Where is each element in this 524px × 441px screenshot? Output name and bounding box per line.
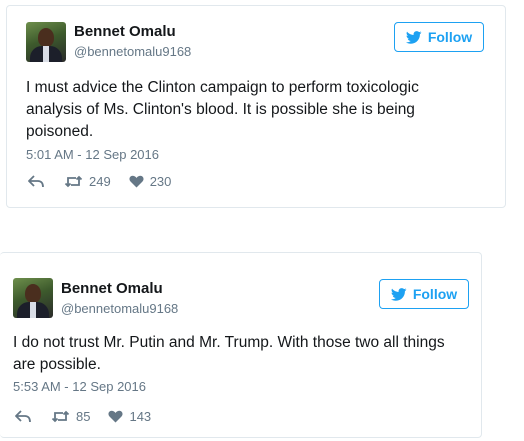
follow-label: Follow [427,29,473,45]
like-button[interactable]: 230 [129,174,172,189]
tweet-text: I do not trust Mr. Putin and Mr. Trump. … [13,334,445,373]
heart-icon [108,410,123,423]
retweet-count: 249 [89,174,111,189]
tweet-actions: 85 143 [15,409,151,424]
retweet-count: 85 [76,409,91,424]
tweet-timestamp[interactable]: 5:01 AM - 12 Sep 2016 [26,147,159,162]
author-handle[interactable]: @bennetomalu9168 [61,301,178,316]
tweet-text: I must advice the Clinton campaign to pe… [26,79,419,140]
avatar[interactable] [26,22,66,62]
follow-button[interactable]: Follow [379,279,469,309]
author-name[interactable]: Bennet Omalu [74,23,176,40]
reply-icon [28,175,44,188]
twitter-bird-icon [390,287,407,301]
retweet-button[interactable]: 85 [51,409,90,424]
like-count: 143 [129,409,152,424]
reply-button[interactable] [28,175,44,188]
like-count: 230 [149,174,172,189]
tweet-card: Bennet Omalu @bennetomalu9168 Follow I m… [6,5,506,208]
like-button[interactable]: 143 [108,409,151,424]
author-name[interactable]: Bennet Omalu [61,280,163,297]
author-handle[interactable]: @bennetomalu9168 [74,44,191,59]
retweet-button[interactable]: 249 [64,174,111,189]
retweet-icon [64,175,83,188]
follow-label: Follow [412,286,458,302]
reply-icon [15,410,31,423]
separator [0,212,524,248]
tweet-actions: 249 230 [28,174,171,189]
retweet-icon [51,410,70,423]
twitter-bird-icon [405,30,422,44]
tweet-timestamp[interactable]: 5:53 AM - 12 Sep 2016 [13,379,146,394]
follow-button[interactable]: Follow [394,22,484,52]
heart-icon [129,175,144,188]
avatar[interactable] [13,278,53,318]
tweet-card: Bennet Omalu @bennetomalu9168 Follow I d… [0,252,482,438]
reply-button[interactable] [15,410,31,423]
